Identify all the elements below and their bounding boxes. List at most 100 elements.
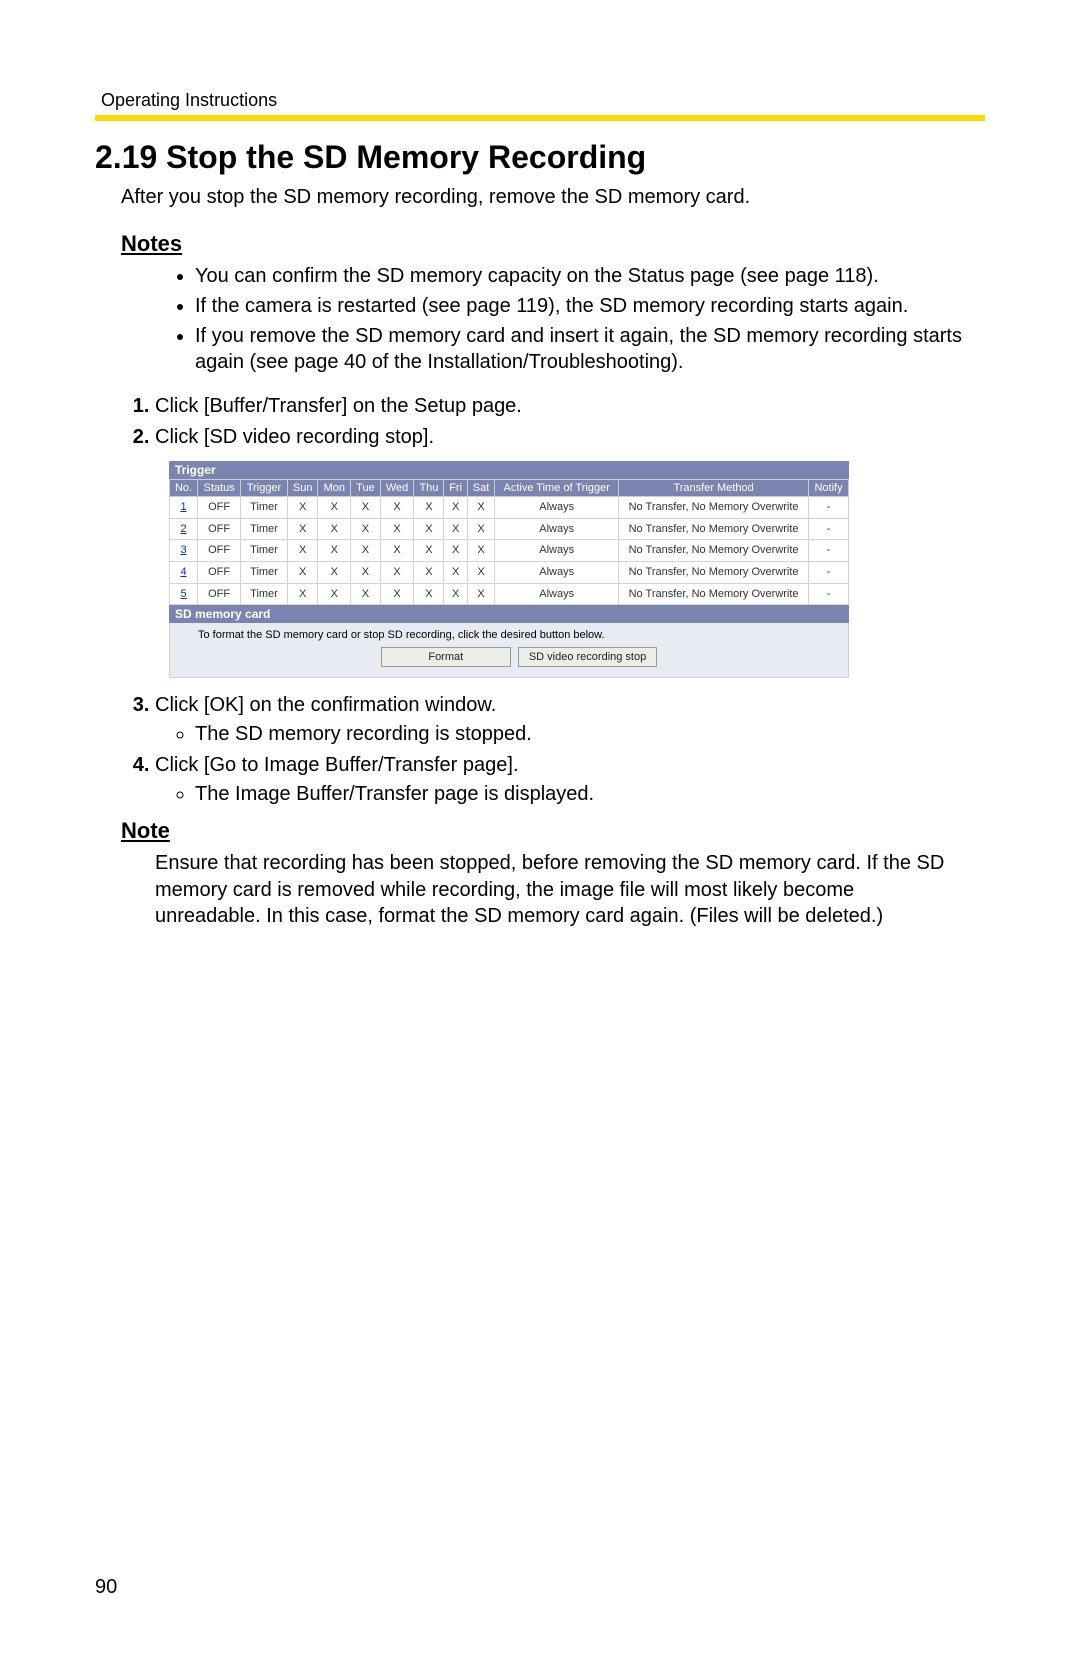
sd-button-row: Format SD video recording stop [198, 647, 840, 667]
th-trigger: Trigger [241, 480, 288, 497]
cell-day: X [351, 561, 381, 583]
cell-no[interactable]: 4 [170, 561, 198, 583]
steps-list-top: Click [Buffer/Transfer] on the Setup pag… [121, 393, 985, 451]
cell-status: OFF [198, 518, 241, 540]
cell-method: No Transfer, No Memory Overwrite [619, 561, 809, 583]
step-3-sublist: The SD memory recording is stopped. [169, 721, 985, 748]
cell-day: X [380, 497, 414, 519]
sd-panel: To format the SD memory card or stop SD … [169, 623, 849, 678]
cell-day: X [380, 540, 414, 562]
cell-day: X [414, 561, 444, 583]
note-body: Ensure that recording has been stopped, … [155, 850, 955, 929]
step-4-sublist: The Image Buffer/Transfer page is displa… [169, 781, 985, 808]
cell-day: X [318, 497, 351, 519]
cell-no[interactable]: 5 [170, 583, 198, 605]
cell-day: X [444, 518, 467, 540]
document-page: Operating Instructions 2.19 Stop the SD … [0, 0, 1080, 1669]
cell-active: Always [495, 561, 619, 583]
cell-active: Always [495, 497, 619, 519]
cell-notify: - [809, 561, 849, 583]
sd-stop-button[interactable]: SD video recording stop [518, 647, 657, 667]
th-sun: Sun [287, 480, 318, 497]
cell-day: X [467, 583, 494, 605]
step-3-text: Click [OK] on the confirmation window. [155, 694, 496, 716]
step-3: Click [OK] on the confirmation window. T… [155, 692, 985, 748]
cell-active: Always [495, 518, 619, 540]
step-1: Click [Buffer/Transfer] on the Setup pag… [155, 393, 985, 420]
trigger-band: Trigger [169, 461, 849, 479]
th-no: No. [170, 480, 198, 497]
cell-no[interactable]: 3 [170, 540, 198, 562]
cell-trigger: Timer [241, 583, 288, 605]
notes-item: If you remove the SD memory card and ins… [195, 323, 985, 375]
th-fri: Fri [444, 480, 467, 497]
table-row: 4OFFTimerXXXXXXXAlwaysNo Transfer, No Me… [170, 561, 849, 583]
header-rule [95, 115, 985, 121]
notes-heading: Notes [121, 231, 985, 257]
cell-day: X [467, 497, 494, 519]
cell-trigger: Timer [241, 540, 288, 562]
sd-instruction-text: To format the SD memory card or stop SD … [198, 629, 840, 641]
th-wed: Wed [380, 480, 414, 497]
cell-day: X [351, 583, 381, 605]
cell-status: OFF [198, 497, 241, 519]
cell-no[interactable]: 2 [170, 518, 198, 540]
cell-notify: - [809, 583, 849, 605]
cell-no[interactable]: 1 [170, 497, 198, 519]
cell-day: X [444, 561, 467, 583]
th-notify: Notify [809, 480, 849, 497]
th-mon: Mon [318, 480, 351, 497]
cell-status: OFF [198, 583, 241, 605]
cell-day: X [414, 497, 444, 519]
step-3-sub: The SD memory recording is stopped. [195, 721, 985, 748]
cell-method: No Transfer, No Memory Overwrite [619, 518, 809, 540]
cell-status: OFF [198, 540, 241, 562]
trigger-header-row: No. Status Trigger Sun Mon Tue Wed Thu F… [170, 480, 849, 497]
th-thu: Thu [414, 480, 444, 497]
cell-day: X [287, 518, 318, 540]
cell-notify: - [809, 518, 849, 540]
th-status: Status [198, 480, 241, 497]
th-sat: Sat [467, 480, 494, 497]
cell-day: X [444, 497, 467, 519]
cell-day: X [414, 540, 444, 562]
cell-day: X [467, 561, 494, 583]
step-4-text: Click [Go to Image Buffer/Transfer page]… [155, 754, 519, 776]
table-row: 3OFFTimerXXXXXXXAlwaysNo Transfer, No Me… [170, 540, 849, 562]
cell-method: No Transfer, No Memory Overwrite [619, 583, 809, 605]
cell-day: X [351, 540, 381, 562]
cell-notify: - [809, 497, 849, 519]
notes-item: If the camera is restarted (see page 119… [195, 293, 985, 319]
cell-active: Always [495, 540, 619, 562]
th-active: Active Time of Trigger [495, 480, 619, 497]
table-row: 1OFFTimerXXXXXXXAlwaysNo Transfer, No Me… [170, 497, 849, 519]
th-tue: Tue [351, 480, 381, 497]
cell-day: X [444, 540, 467, 562]
trigger-screenshot: Trigger No. Status Trigger Sun Mon Tue W… [169, 461, 849, 678]
cell-day: X [467, 518, 494, 540]
cell-day: X [414, 583, 444, 605]
cell-day: X [318, 540, 351, 562]
th-method: Transfer Method [619, 480, 809, 497]
running-header: Operating Instructions [101, 90, 985, 111]
trigger-table: No. Status Trigger Sun Mon Tue Wed Thu F… [169, 479, 849, 605]
cell-day: X [287, 540, 318, 562]
cell-status: OFF [198, 561, 241, 583]
table-row: 5OFFTimerXXXXXXXAlwaysNo Transfer, No Me… [170, 583, 849, 605]
cell-day: X [380, 583, 414, 605]
step-4: Click [Go to Image Buffer/Transfer page]… [155, 752, 985, 808]
cell-trigger: Timer [241, 518, 288, 540]
step-2: Click [SD video recording stop]. [155, 424, 985, 451]
section-title: 2.19 Stop the SD Memory Recording [95, 139, 985, 176]
cell-day: X [318, 561, 351, 583]
cell-day: X [444, 583, 467, 605]
cell-day: X [380, 561, 414, 583]
cell-trigger: Timer [241, 561, 288, 583]
cell-day: X [287, 561, 318, 583]
format-button[interactable]: Format [381, 647, 511, 667]
note-heading: Note [121, 818, 985, 844]
cell-day: X [318, 518, 351, 540]
sd-band: SD memory card [169, 605, 849, 623]
cell-trigger: Timer [241, 497, 288, 519]
notes-list: You can confirm the SD memory capacity o… [155, 263, 985, 375]
